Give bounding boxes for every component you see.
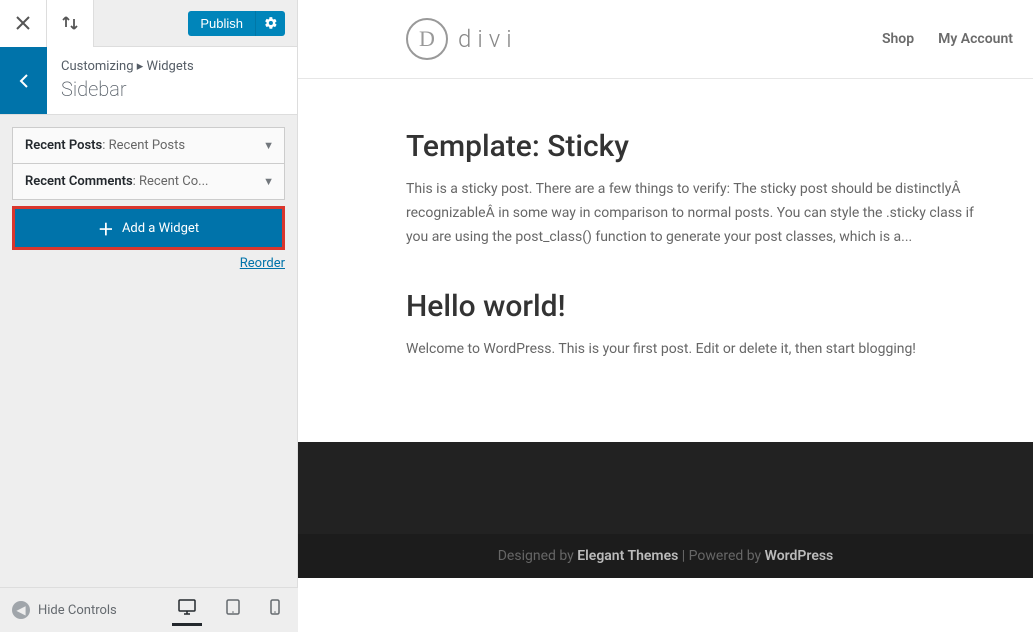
breadcrumb-separator: ▸ <box>137 59 144 74</box>
device-desktop-button[interactable] <box>172 595 202 626</box>
footer-bottom: Designed by Elegant Themes | Powered by … <box>298 534 1033 578</box>
header-title-wrap: Customizing ▸ Widgets Sidebar <box>47 47 297 114</box>
widget-item-recent-comments[interactable]: Recent Comments: Recent Co... ▼ <box>12 164 285 200</box>
post-item: Hello world! Welcome to WordPress. This … <box>406 289 998 362</box>
site-header: D divi Shop My Account <box>298 0 1033 79</box>
footer-widget-area <box>298 442 1033 534</box>
reorder-link[interactable]: Reorder <box>240 256 285 271</box>
device-mobile-button[interactable] <box>264 595 286 626</box>
widget-name: Recent Comments <box>25 174 133 189</box>
customizer-footer: ◀ Hide Controls <box>0 587 298 632</box>
post-excerpt: Welcome to WordPress. This is your first… <box>406 338 998 362</box>
section-title: Sidebar <box>61 76 283 102</box>
customizer-panel: Publish Customizing ▸ Widgets Sidebar Re… <box>0 0 298 632</box>
logo-text: divi <box>458 25 518 53</box>
hide-controls-label: Hide Controls <box>38 603 117 618</box>
close-icon <box>16 16 30 30</box>
breadcrumb-parent: Customizing <box>61 59 134 74</box>
post-excerpt: This is a sticky post. There are a few t… <box>406 178 998 249</box>
site-content: Template: Sticky This is a sticky post. … <box>298 79 1018 442</box>
logo-mark: D <box>406 18 448 60</box>
breadcrumb-section: Widgets <box>147 59 194 74</box>
collapse-icon: ◀ <box>12 601 30 619</box>
tablet-icon <box>226 599 240 615</box>
nav-link-my-account[interactable]: My Account <box>938 31 1013 47</box>
footer-powered-by: | Powered by <box>678 548 764 564</box>
breadcrumb: Customizing ▸ Widgets <box>61 59 283 74</box>
chevron-down-icon: ▼ <box>263 175 274 188</box>
publish-group: Publish <box>188 11 285 36</box>
customizer-header: Customizing ▸ Widgets Sidebar <box>0 47 297 115</box>
widget-subtitle: : Recent Posts <box>102 138 185 153</box>
widget-item-recent-posts[interactable]: Recent Posts: Recent Posts ▼ <box>12 127 285 164</box>
post-title[interactable]: Hello world! <box>406 289 998 324</box>
publish-settings-button[interactable] <box>255 11 285 36</box>
publish-button[interactable]: Publish <box>188 11 255 36</box>
add-widget-button[interactable]: ＋ Add a Widget <box>12 206 285 250</box>
plus-icon: ＋ <box>98 216 114 240</box>
nav-link-shop[interactable]: Shop <box>882 31 914 47</box>
hide-controls-button[interactable]: ◀ Hide Controls <box>12 601 117 619</box>
back-button[interactable] <box>0 47 47 114</box>
add-widget-label: Add a Widget <box>122 221 199 236</box>
gear-icon <box>264 16 278 30</box>
footer-theme-link[interactable]: Elegant Themes <box>577 548 678 564</box>
reorder-wrap: Reorder <box>12 256 285 271</box>
site-logo[interactable]: D divi <box>406 18 518 60</box>
post-title[interactable]: Template: Sticky <box>406 129 998 164</box>
chevron-down-icon: ▼ <box>263 139 274 152</box>
customizer-topbar: Publish <box>0 0 297 47</box>
footer-platform-link[interactable]: WordPress <box>765 548 834 564</box>
device-tablet-button[interactable] <box>220 595 246 626</box>
mobile-icon <box>270 599 280 615</box>
main-nav: Shop My Account <box>882 31 1013 47</box>
widget-subtitle: : Recent Co... <box>133 174 209 189</box>
widget-name: Recent Posts <box>25 138 102 153</box>
customizer-body: Recent Posts: Recent Posts ▼ Recent Comm… <box>0 115 297 283</box>
post-item: Template: Sticky This is a sticky post. … <box>406 129 998 249</box>
close-button[interactable] <box>0 0 47 47</box>
footer-designed-by: Designed by <box>498 548 578 564</box>
undo-redo-button[interactable] <box>47 0 94 47</box>
device-preview-group <box>172 595 286 626</box>
desktop-icon <box>178 599 196 615</box>
swap-icon <box>62 15 78 31</box>
preview-area: D divi Shop My Account Template: Sticky … <box>298 0 1033 632</box>
chevron-left-icon <box>19 73 29 89</box>
